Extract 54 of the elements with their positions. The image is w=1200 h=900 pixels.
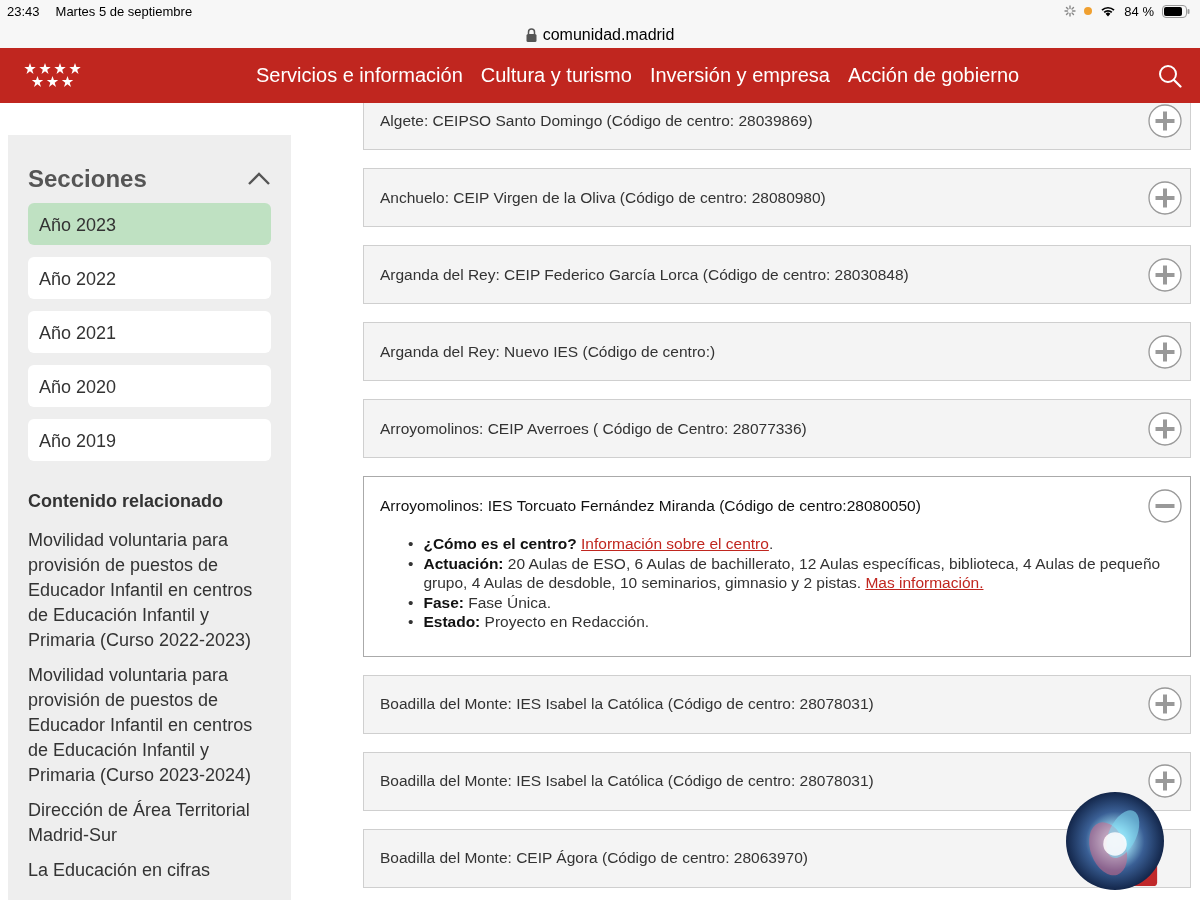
battery-percent: 84 %: [1124, 3, 1154, 19]
info-link[interactable]: Mas información.: [865, 574, 984, 591]
bullet: •: [408, 553, 414, 574]
sections-heading: Secciones: [28, 165, 147, 193]
expand-icon[interactable]: [1148, 103, 1182, 138]
center-title[interactable]: Arganda del Rey: CEIP Federico García Lorca (Código de centro: 28030848): [380, 265, 909, 284]
search-icon[interactable]: [1158, 63, 1182, 88]
center-title[interactable]: Boadilla del Monte: CEIP Ágora (Código de centro: 28063970): [380, 849, 808, 867]
bullet: •: [408, 534, 414, 554]
nav-link[interactable]: Acción de gobierno: [848, 64, 1020, 87]
related-link[interactable]: Movilidad voluntaria para provisión de puestos de Educador Infantil en centros de Educación Infantil y Primaria (Curso 2023-2024): [28, 663, 271, 788]
nav-link[interactable]: Cultura y turismo: [480, 64, 632, 87]
nav-link[interactable]: Servicios e información: [256, 64, 463, 87]
related-link[interactable]: Dirección de Área Territorial Madrid-Sur: [28, 798, 271, 848]
chevron-up-icon[interactable]: [247, 172, 271, 186]
assistant-orb-drawing[interactable]: [1066, 792, 1164, 890]
expand-icon[interactable]: [1148, 764, 1182, 798]
detail-text: Actuación: 20 Aulas de ESO, 6 Aulas de bachillerato, 12 Aulas específicas, biblioteca, 4 Aulas de pequeño grupo, 4 Aulas de desdoble, 10 seminarios, gimnasio y 2 pistas. Mas información.: [423, 553, 1162, 593]
expand-icon[interactable]: [1148, 334, 1182, 369]
wifi-icon: [1100, 5, 1117, 17]
expand-icon[interactable]: [1148, 687, 1182, 721]
detail-text: ¿Cómo es el centro? Información sobre el centro.: [423, 534, 774, 554]
center-title[interactable]: Boadilla del Monte: IES Isabel la Católica (Código de centro: 28078031): [380, 772, 874, 790]
related-link[interactable]: La Educación en cifras: [28, 858, 271, 883]
nav-link[interactable]: Inversión y empresa: [649, 64, 830, 87]
expand-icon[interactable]: [1148, 180, 1182, 215]
mic-indicator-icon: [1084, 7, 1093, 15]
battery-icon: [1162, 4, 1190, 18]
section-item[interactable]: Año 2019: [28, 419, 271, 461]
center-title[interactable]: Anchuelo: CEIP Virgen de la Oliva (Código de centro: 28080980): [380, 188, 826, 207]
collapse-icon[interactable]: [1148, 488, 1182, 523]
status-date: Martes 5 de septiembre: [55, 3, 193, 19]
center-title[interactable]: Boadilla del Monte: IES Isabel la Católica (Código de centro: 28078031): [380, 695, 874, 713]
address-bar[interactable]: comunidad.madrid: [525, 26, 675, 44]
center-title[interactable]: Arganda del Rey: Nuevo IES (Código de centro:): [380, 342, 716, 361]
bullet: •: [408, 612, 414, 632]
related-link[interactable]: Movilidad voluntaria para provisión de puestos de Educador Infantil en centros de Educación Infantil y Primaria (Curso 2022-2023): [28, 528, 271, 653]
expand-icon[interactable]: [1148, 257, 1182, 292]
section-item[interactable]: Año 2023: [28, 203, 271, 245]
center-title[interactable]: Arroyomolinos: CEIP Averroes ( Código de Centro: 28077336): [380, 419, 807, 438]
detail-text: Fase: Fase Única.: [423, 592, 551, 612]
related-heading: Contenido relacionado: [28, 491, 224, 512]
activity-icon: [1064, 5, 1077, 17]
section-item[interactable]: Año 2021: [28, 311, 271, 353]
center-title[interactable]: Algete: CEIPSO Santo Domingo (Código de centro: 28039869): [380, 111, 813, 130]
expand-icon[interactable]: [1148, 411, 1182, 446]
lock-icon: [525, 28, 537, 42]
bullet: •: [408, 592, 414, 612]
status-time: 23:43: [7, 3, 40, 19]
detail-text: Estado: Proyecto en Redacción.: [423, 612, 650, 632]
info-link[interactable]: Información sobre el centro: [581, 535, 769, 552]
center-title[interactable]: Arroyomolinos: IES Torcuato Fernández Miranda (Código de centro:28080050): [380, 496, 921, 515]
section-item[interactable]: Año 2020: [28, 365, 271, 407]
section-item[interactable]: Año 2022: [28, 257, 271, 299]
